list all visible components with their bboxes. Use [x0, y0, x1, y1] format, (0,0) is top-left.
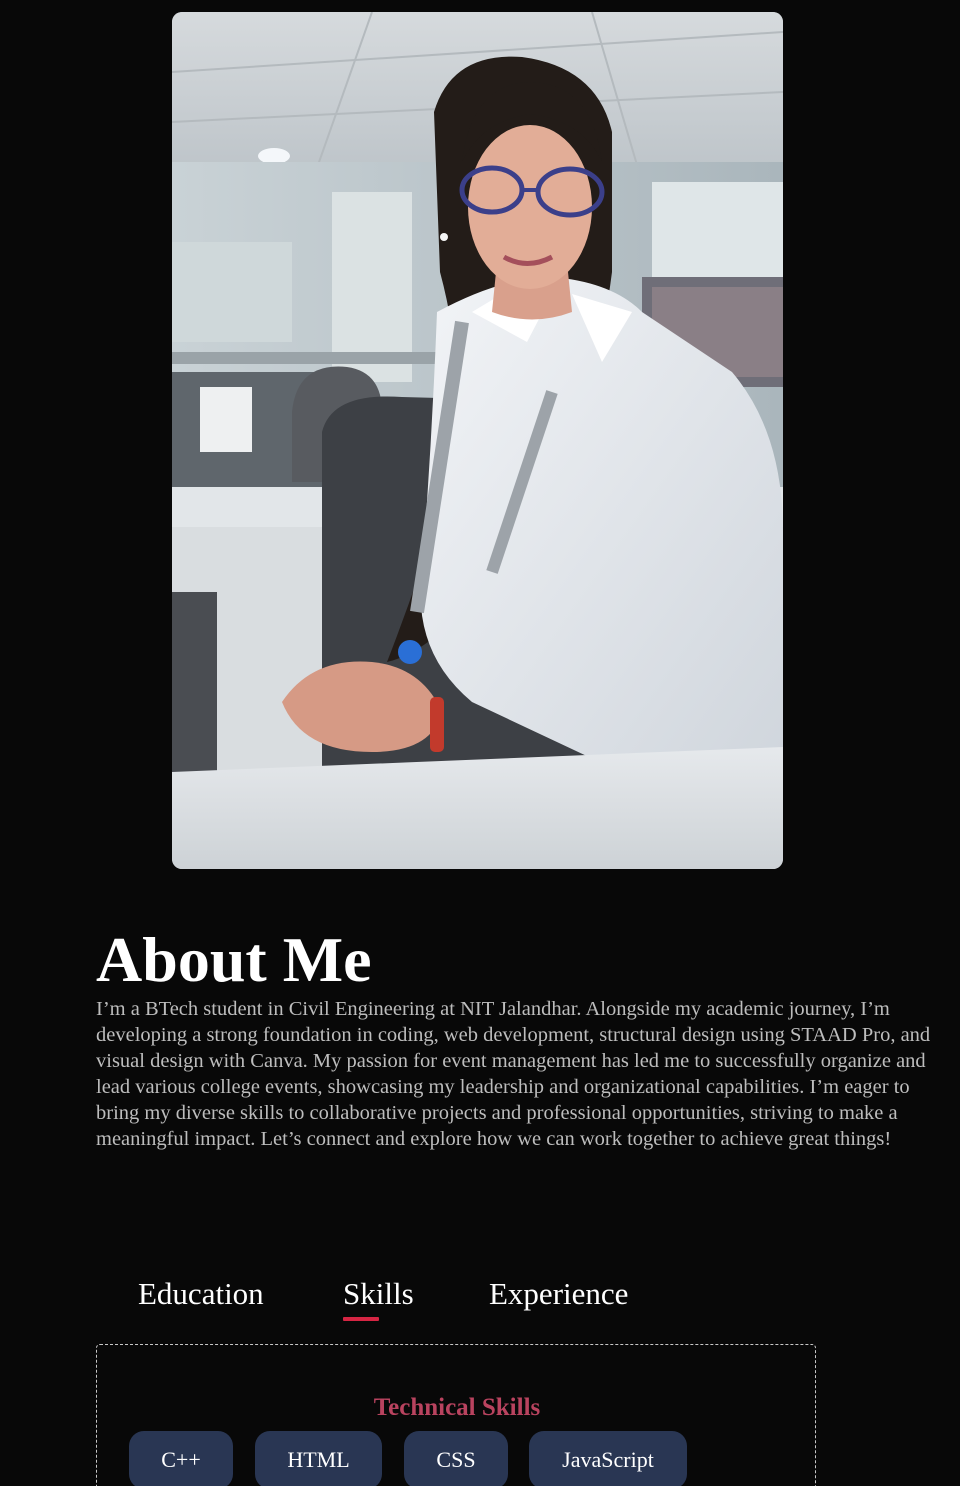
about-description: I’m a BTech student in Civil Engineering… [96, 998, 931, 1150]
skill-chip-html[interactable]: HTML [255, 1431, 382, 1486]
skill-chip-javascript[interactable]: JavaScript [529, 1431, 687, 1486]
tab-experience[interactable]: Experience [489, 1274, 628, 1314]
skill-chip-cpp[interactable]: C++ [129, 1431, 233, 1486]
tab-skills[interactable]: Skills [343, 1274, 414, 1321]
tab-education-label: Education [138, 1276, 264, 1311]
skills-panel: Technical Skills C++ HTML CSS JavaScript [96, 1344, 816, 1486]
tab-skills-label: Skills [343, 1276, 414, 1311]
active-tab-indicator [343, 1317, 379, 1321]
technical-skills-heading: Technical Skills [373, 1394, 541, 1421]
about-title: About Me [96, 924, 372, 995]
profile-photo [172, 12, 783, 869]
profile-photo-illustration [172, 12, 783, 869]
skill-chip-css[interactable]: CSS [404, 1431, 508, 1486]
tab-education[interactable]: Education [138, 1274, 264, 1314]
tab-experience-label: Experience [489, 1276, 629, 1311]
